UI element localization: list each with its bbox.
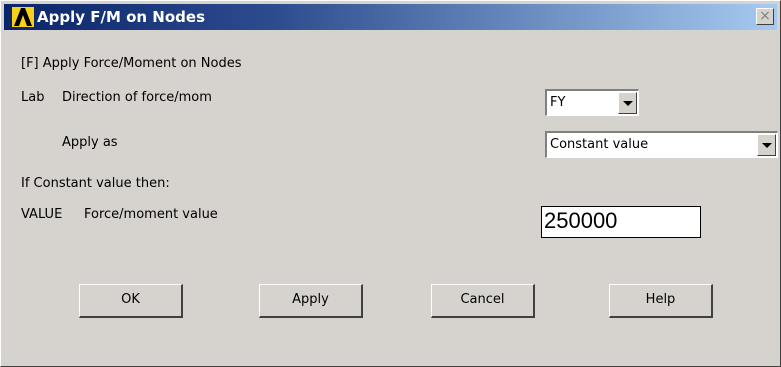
direction-label: Direction of force/mom: [62, 90, 212, 105]
condition-label: If Constant value then:: [21, 176, 170, 191]
force-moment-label: Force/moment value: [84, 207, 218, 222]
force-value-input[interactable]: 250000: [541, 206, 701, 238]
apply-as-value: Constant value: [550, 137, 649, 152]
dialog-window: Apply F/M on Nodes × [F] Apply Force/Mom…: [0, 0, 781, 367]
title-bar[interactable]: Apply F/M on Nodes ×: [4, 4, 777, 30]
apply-as-label: Apply as: [62, 135, 118, 150]
ansys-logo-icon: [12, 7, 34, 27]
chevron-down-icon[interactable]: [618, 92, 637, 114]
close-button[interactable]: ×: [756, 8, 774, 25]
ok-button[interactable]: OK: [79, 284, 183, 318]
value-key-label: VALUE: [21, 207, 63, 222]
chevron-down-icon[interactable]: [757, 134, 776, 156]
apply-button[interactable]: Apply: [259, 284, 363, 318]
dialog-heading: [F] Apply Force/Moment on Nodes: [21, 56, 242, 71]
direction-value: FY: [550, 95, 566, 110]
apply-as-dropdown[interactable]: Constant value: [545, 131, 778, 158]
lab-key-label: Lab: [21, 90, 45, 105]
window-title: Apply F/M on Nodes: [37, 8, 206, 26]
cancel-button[interactable]: Cancel: [431, 284, 535, 318]
help-button[interactable]: Help: [609, 284, 713, 318]
close-icon: ×: [759, 8, 771, 24]
direction-dropdown[interactable]: FY: [545, 89, 639, 116]
